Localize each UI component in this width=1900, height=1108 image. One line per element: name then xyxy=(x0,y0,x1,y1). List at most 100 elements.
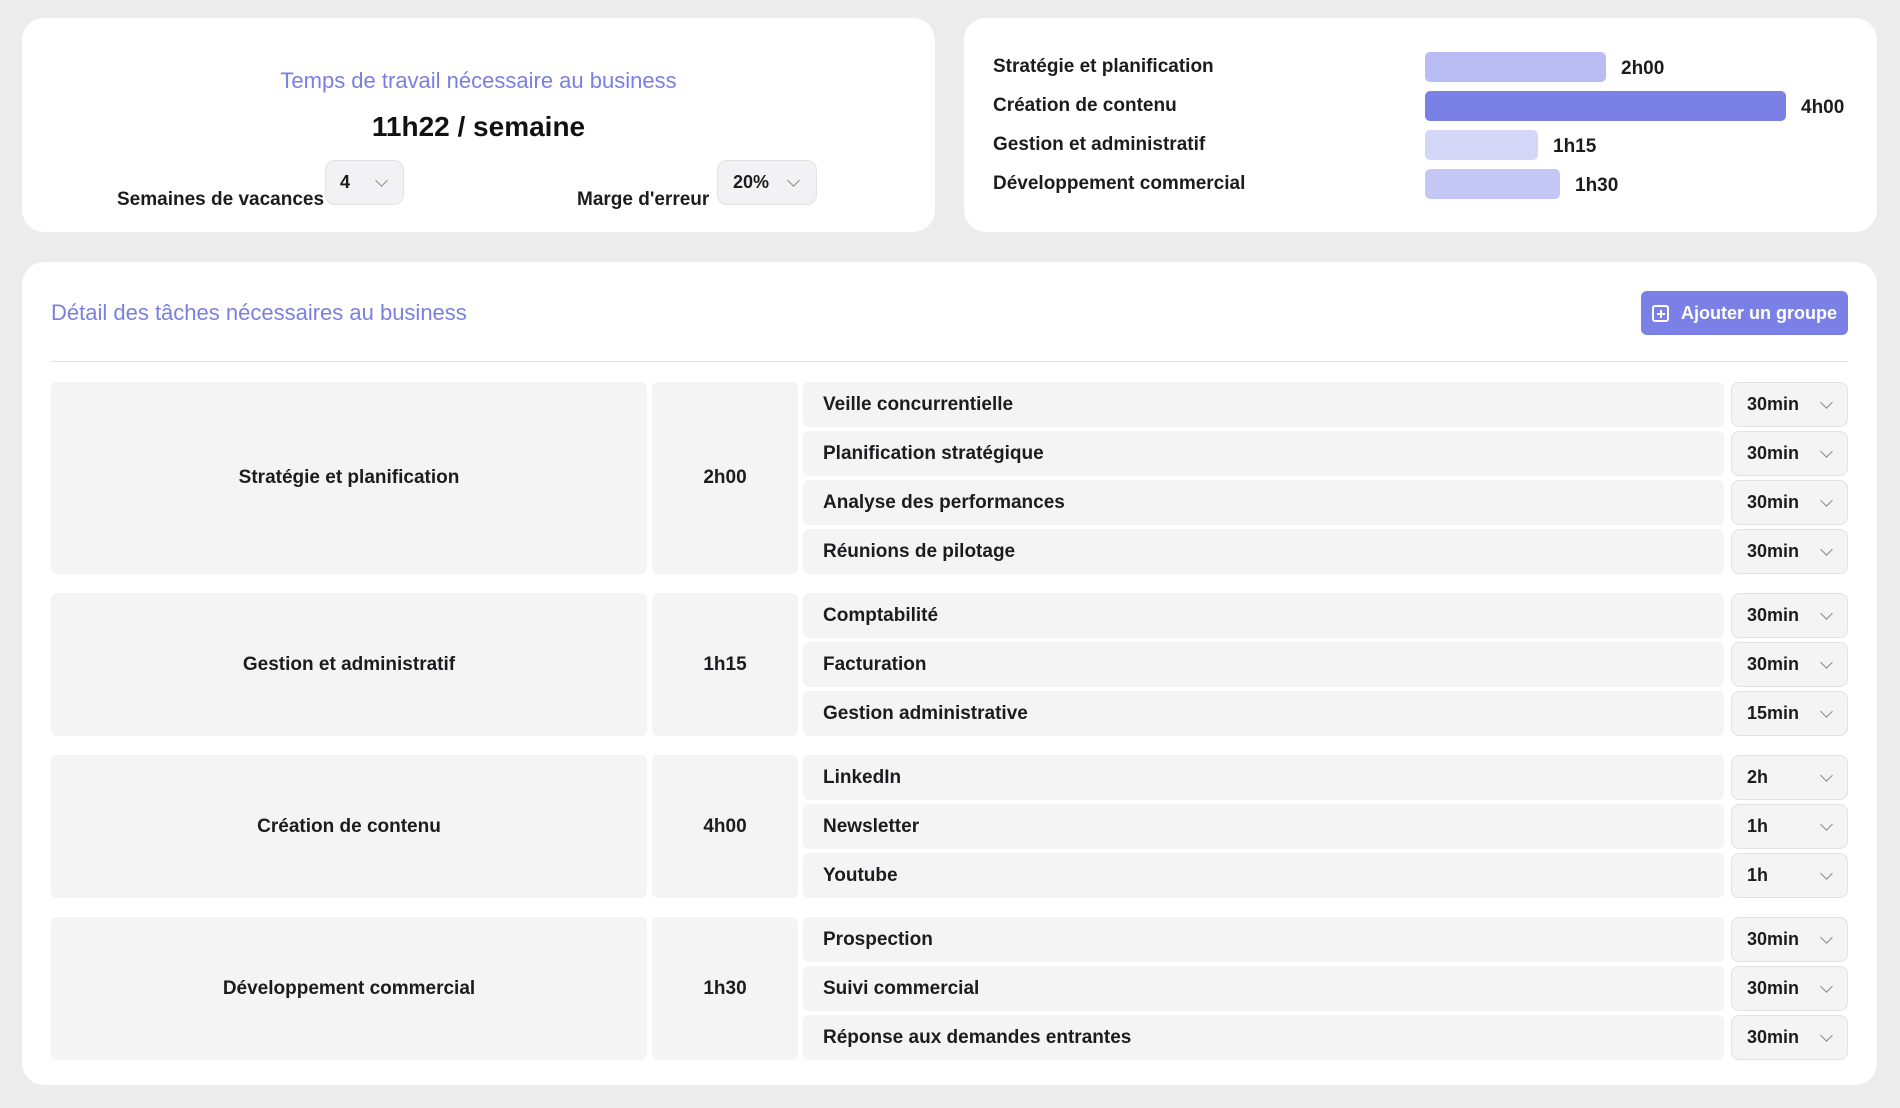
task-name[interactable]: Réunions de pilotage xyxy=(803,529,1724,574)
task-duration-select[interactable]: 30min xyxy=(1731,1015,1848,1060)
task-duration-select[interactable]: 1h xyxy=(1731,853,1848,898)
task-duration-select[interactable]: 30min xyxy=(1731,529,1848,574)
task-name[interactable]: Gestion administrative xyxy=(803,691,1724,736)
group-name[interactable]: Développement commercial xyxy=(51,917,647,1060)
chart-bar xyxy=(1425,130,1538,160)
task-duration-select[interactable]: 30min xyxy=(1731,480,1848,525)
task-duration-select[interactable]: 30min xyxy=(1731,917,1848,962)
chart-category-label: Gestion et administratif xyxy=(993,134,1206,155)
vacation-weeks-label: Semaines de vacances xyxy=(117,189,325,210)
task-duration-value: 30min xyxy=(1747,1027,1800,1047)
task-row: Planification stratégique 30min xyxy=(803,431,1848,476)
task-row: Newsletter 1h xyxy=(803,804,1848,849)
task-duration-value: 30min xyxy=(1747,654,1800,674)
task-row: Prospection 30min xyxy=(803,917,1848,962)
task-duration-value: 30min xyxy=(1747,394,1800,414)
task-name[interactable]: Youtube xyxy=(803,853,1724,898)
task-name[interactable]: Facturation xyxy=(803,642,1724,687)
chart-row: Développement commercial 1h30 xyxy=(964,169,1877,201)
chart-bar xyxy=(1425,91,1786,121)
chevron-down-icon xyxy=(1820,979,1833,993)
group-name[interactable]: Gestion et administratif xyxy=(51,593,647,736)
task-group: Création de contenu 4h00 LinkedIn 2h Newslet… xyxy=(51,755,1848,898)
vacation-weeks-select[interactable]: 4 xyxy=(325,160,404,205)
task-name[interactable]: LinkedIn xyxy=(803,755,1724,800)
task-duration-value: 15min xyxy=(1747,703,1800,723)
chevron-down-icon xyxy=(375,173,388,187)
detail-title: Détail des tâches nécessaires au busines… xyxy=(51,300,467,325)
task-name[interactable]: Prospection xyxy=(803,917,1724,962)
task-duration-select[interactable]: 15min xyxy=(1731,691,1848,736)
group-total: 1h15 xyxy=(652,593,798,736)
group-total: 1h30 xyxy=(652,917,798,1060)
task-duration-value: 1h xyxy=(1747,816,1769,836)
task-duration-value: 30min xyxy=(1747,929,1800,949)
task-name[interactable]: Newsletter xyxy=(803,804,1724,849)
chevron-down-icon xyxy=(1820,493,1833,507)
chevron-down-icon xyxy=(1820,606,1833,620)
chevron-down-icon xyxy=(1820,866,1833,880)
task-group: Développement commercial 1h30 Prospection 3… xyxy=(51,917,1848,1060)
chart-row: Création de contenu 4h00 xyxy=(964,91,1877,123)
task-group: Gestion et administratif 1h15 Comptabilité… xyxy=(51,593,1848,736)
task-duration-select[interactable]: 2h xyxy=(1731,755,1848,800)
task-row: Comptabilité 30min xyxy=(803,593,1848,638)
chevron-down-icon xyxy=(787,173,800,187)
task-name[interactable]: Veille concurrentielle xyxy=(803,382,1724,427)
task-duration-select[interactable]: 1h xyxy=(1731,804,1848,849)
chevron-down-icon xyxy=(1820,1028,1833,1042)
task-row: Veille concurrentielle 30min xyxy=(803,382,1848,427)
chart-value-label: 2h00 xyxy=(1621,58,1665,79)
chart-category-label: Stratégie et planification xyxy=(993,56,1214,77)
task-row: Réunions de pilotage 30min xyxy=(803,529,1848,574)
chevron-down-icon xyxy=(1820,655,1833,669)
chart-row: Gestion et administratif 1h15 xyxy=(964,130,1877,162)
task-duration-select[interactable]: 30min xyxy=(1731,431,1848,476)
task-row: Youtube 1h xyxy=(803,853,1848,898)
task-duration-value: 30min xyxy=(1747,605,1800,625)
group-name[interactable]: Stratégie et planification xyxy=(51,382,647,574)
task-duration-select[interactable]: 30min xyxy=(1731,593,1848,638)
task-duration-value: 30min xyxy=(1747,492,1800,512)
error-margin-value: 20% xyxy=(733,172,770,192)
task-detail-card: Détail des tâches nécessaires au busines… xyxy=(22,262,1877,1085)
plus-square-icon xyxy=(1652,304,1669,322)
chevron-down-icon xyxy=(1820,444,1833,458)
task-duration-select[interactable]: 30min xyxy=(1731,382,1848,427)
task-name[interactable]: Comptabilité xyxy=(803,593,1724,638)
task-name[interactable]: Planification stratégique xyxy=(803,431,1724,476)
chevron-down-icon xyxy=(1820,704,1833,718)
task-row: Suivi commercial 30min xyxy=(803,966,1848,1011)
task-duration-value: 30min xyxy=(1747,443,1800,463)
task-row: Analyse des performances 30min xyxy=(803,480,1848,525)
task-name[interactable]: Suivi commercial xyxy=(803,966,1724,1011)
add-group-label: Ajouter un groupe xyxy=(1681,302,1837,323)
task-duration-value: 2h xyxy=(1747,767,1769,787)
vacation-weeks-value: 4 xyxy=(340,172,351,192)
chevron-down-icon xyxy=(1820,930,1833,944)
group-total: 4h00 xyxy=(652,755,798,898)
task-name[interactable]: Analyse des performances xyxy=(803,480,1724,525)
task-name[interactable]: Réponse aux demandes entrantes xyxy=(803,1015,1724,1060)
chevron-down-icon xyxy=(1820,542,1833,556)
task-duration-value: 30min xyxy=(1747,541,1800,561)
group-name[interactable]: Création de contenu xyxy=(51,755,647,898)
add-group-button[interactable]: Ajouter un groupe xyxy=(1641,291,1848,335)
task-group: Stratégie et planification 2h00 Veille con… xyxy=(51,382,1848,574)
task-row: LinkedIn 2h xyxy=(803,755,1848,800)
summary-card: Temps de travail nécessaire au business … xyxy=(22,18,935,232)
chart-category-label: Création de contenu xyxy=(993,95,1177,116)
chart-value-label: 1h30 xyxy=(1575,175,1619,196)
task-duration-select[interactable]: 30min xyxy=(1731,642,1848,687)
error-margin-select[interactable]: 20% xyxy=(717,160,817,205)
error-margin-label: Marge d'erreur xyxy=(577,189,710,210)
time-distribution-chart: Stratégie et planification 2h00 Création d… xyxy=(964,18,1877,232)
task-duration-value: 1h xyxy=(1747,865,1769,885)
task-duration-select[interactable]: 30min xyxy=(1731,966,1848,1011)
chevron-down-icon xyxy=(1820,768,1833,782)
summary-title: Temps de travail nécessaire au business xyxy=(280,68,677,93)
chart-bar xyxy=(1425,169,1560,199)
group-total: 2h00 xyxy=(652,382,798,574)
task-row: Gestion administrative 15min xyxy=(803,691,1848,736)
task-row: Réponse aux demandes entrantes 30min xyxy=(803,1015,1848,1060)
